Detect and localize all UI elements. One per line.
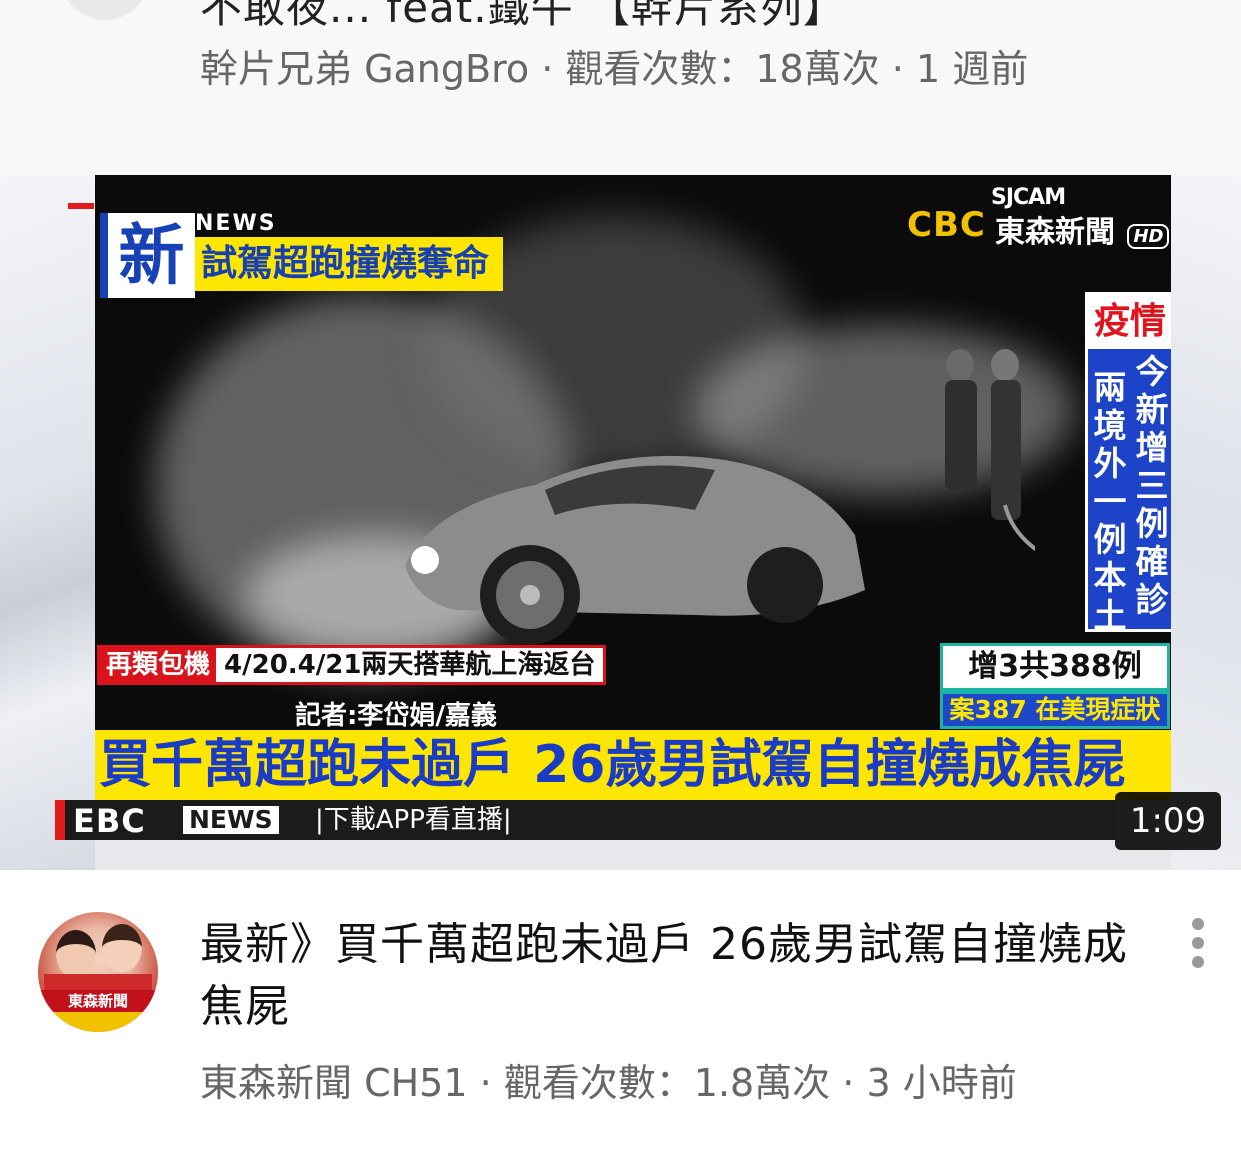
epidemic-panel: 疫情 今新增三例確診 兩境外一例本土 <box>1085 292 1171 635</box>
more-options-button[interactable] <box>1180 918 1216 968</box>
video-meta: 東森新聞 CH51 · 觀看次數：1.8萬次 · 3 小時前 <box>200 1061 1017 1105</box>
red-accent-bar <box>68 203 94 209</box>
station-name: 東森新聞 <box>995 215 1115 250</box>
epidemic-new-cases-text: 今新增三例確診 <box>1135 352 1169 619</box>
charter-flight-banner: 再類包機 4/20.4/21兩天搭華航上海返台 <box>97 645 607 685</box>
reporter-credit: 記者:李岱娟/嘉義 <box>295 701 497 731</box>
news-label: NEWS <box>195 211 277 236</box>
more-vert-icon <box>1192 937 1204 949</box>
epidemic-case-note: 案387 在美現症狀 <box>940 691 1170 729</box>
video-title[interactable]: 最新》買千萬超跑未過戶 26歲男試駕自撞燒成焦屍 <box>200 914 1150 1038</box>
video-duration-badge: 1:09 <box>1115 792 1221 850</box>
channel-avatar-footer <box>38 1012 158 1032</box>
epidemic-title: 疫情 <box>1088 295 1171 349</box>
burning-car <box>405 455 865 645</box>
more-vert-icon <box>1192 956 1204 968</box>
anchor-face <box>56 930 96 978</box>
anchor-face <box>102 924 142 972</box>
news-video-frame: 新 NEWS 試駕超跑撞燒奪命 CBC SJCAM 東森新聞 HD 疫情 今新增… <box>95 175 1171 800</box>
previous-channel-avatar[interactable] <box>60 0 150 20</box>
channel-avatar-banner: 東森新聞 <box>38 990 158 1012</box>
previous-video-title[interactable]: 不敢夜... feat.鐵牛 【幹片系列】 <box>200 0 846 35</box>
epidemic-total-count: 增3共388例 <box>940 643 1170 691</box>
channel-avatar[interactable]: 東森新聞 <box>38 912 158 1032</box>
charter-flight-text: 4/20.4/21兩天搭華航上海返台 <box>224 650 596 680</box>
firefighters <box>945 349 1035 551</box>
thumbnail-background-left <box>0 175 95 870</box>
more-vert-icon <box>1192 918 1204 930</box>
video-thumbnail[interactable]: 新 NEWS 試駕超跑撞燒奪命 CBC SJCAM 東森新聞 HD 疫情 今新增… <box>0 175 1241 870</box>
video-info-row[interactable]: 東森新聞 最新》買千萬超跑未過戶 26歲男試駕自撞燒成焦屍 東森新聞 CH51 … <box>0 870 1241 1175</box>
ticker-text: |下載APP看直播| <box>315 805 512 835</box>
previous-video-meta: 幹片兄弟 GangBro · 觀看次數：18萬次 · 1 週前 <box>200 47 1029 91</box>
main-headline-banner: 買千萬超跑未過戶 26歲男試駕自撞燒成焦屍 <box>95 730 1171 800</box>
epidemic-source-text: 兩境外一例本土 <box>1093 368 1127 635</box>
previous-video-card[interactable]: 不敢夜... feat.鐵牛 【幹片系列】 幹片兄弟 GangBro · 觀看次… <box>0 0 1241 175</box>
charter-flight-tag: 再類包機 <box>100 648 217 682</box>
ticker-ebc-logo: EBC <box>73 802 146 840</box>
top-headline-banner: 試駕超跑撞燒奪命 <box>195 237 504 291</box>
news-new-badge: 新 <box>100 213 195 298</box>
cbc-logo: CBC <box>907 205 986 245</box>
thumbnail-background-right <box>1171 175 1241 870</box>
station-logo: 東森新聞 HD <box>995 207 1170 251</box>
news-ticker: EBC NEWS |下載APP看直播| <box>55 800 1115 840</box>
hd-badge: HD <box>1127 224 1170 249</box>
ticker-news-label: NEWS <box>183 806 279 834</box>
